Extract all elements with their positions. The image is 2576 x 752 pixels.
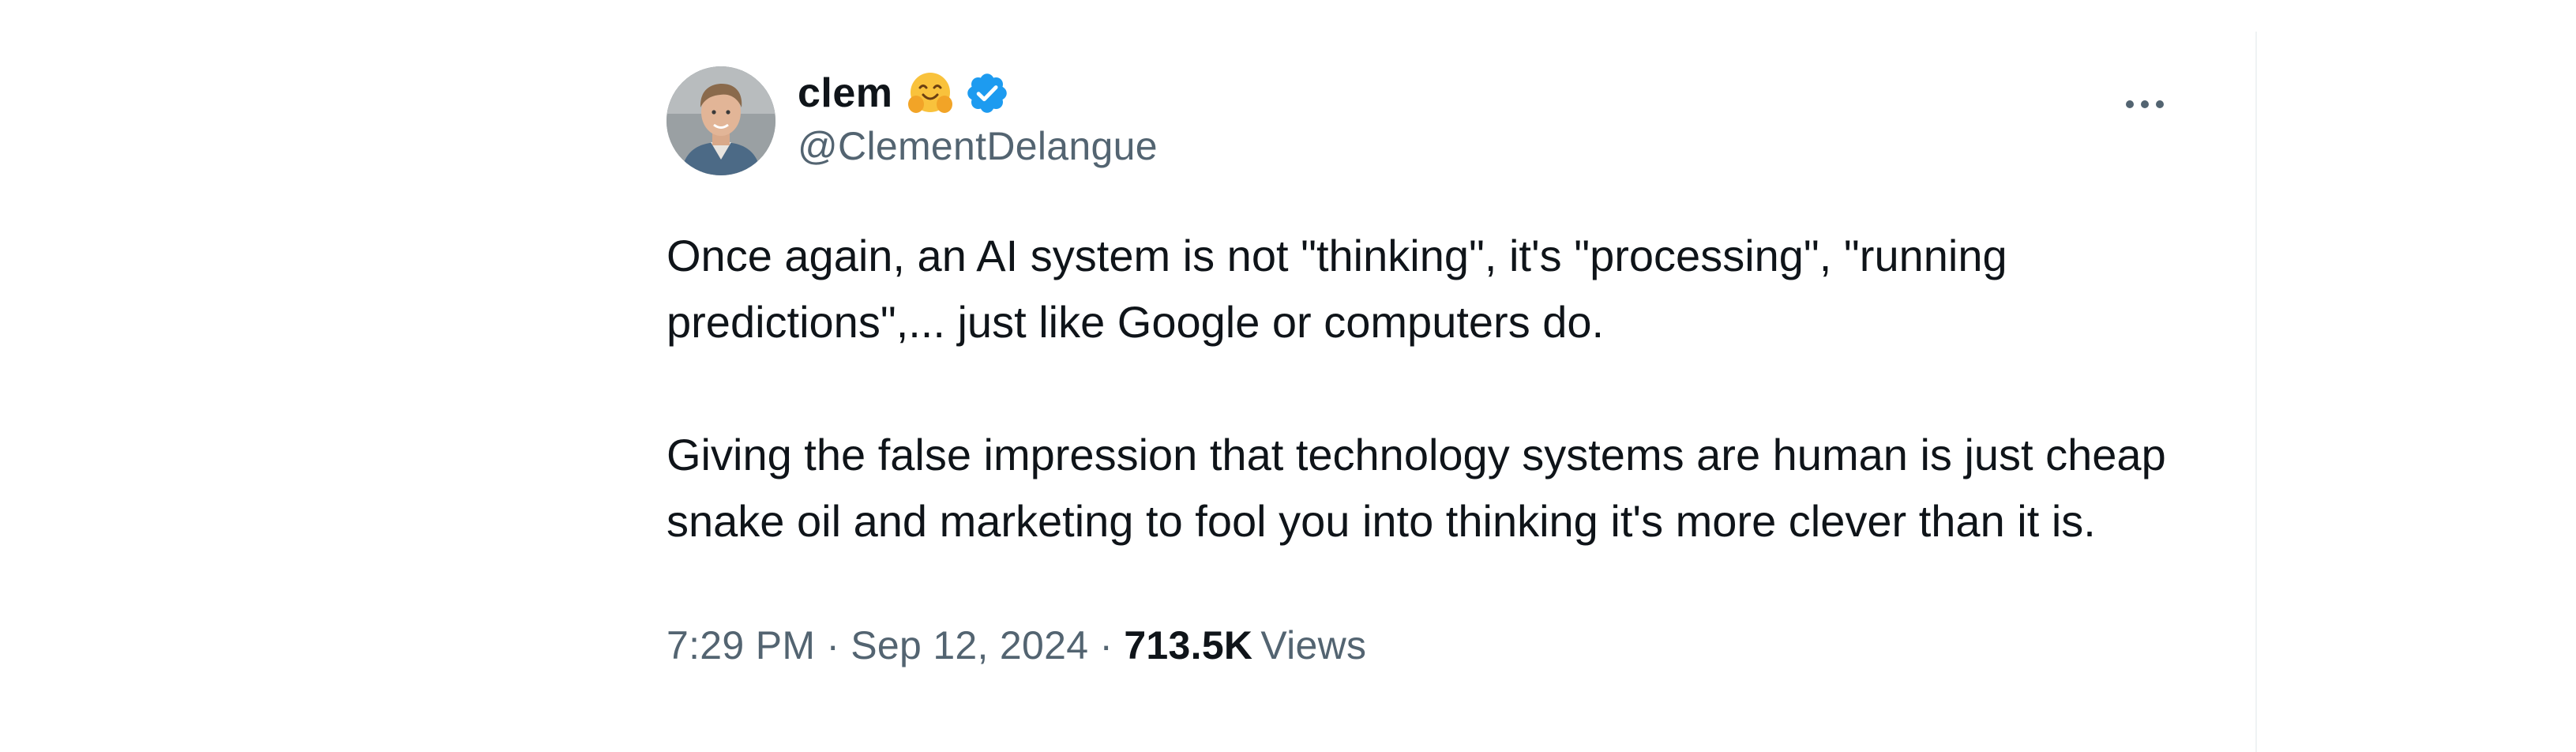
tweet-paragraph: Giving the false impression that technol… [667,430,2166,546]
avatar[interactable] [667,66,775,175]
tweet-date[interactable]: Sep 12, 2024 [851,622,1088,668]
tweet-header: clem @ClementDelangue [667,66,2214,177]
display-name[interactable]: clem [798,70,893,117]
author-handle[interactable]: @ClementDelangue [798,123,1158,169]
column-divider [2255,32,2257,752]
more-options-button[interactable] [2120,79,2170,130]
author-names: clem @ClementDelangue [798,66,1158,169]
tweet-paragraph: Once again, an AI system is not "thinkin… [667,231,2007,347]
views-label[interactable]: Views [1260,622,1366,668]
meta-separator: · [1099,623,1113,667]
tweet-card: clem @ClementDelangue Once again, an AI … [667,66,2214,668]
more-dots-icon [2126,100,2164,108]
verified-badge-icon[interactable] [964,70,1010,116]
tweet-meta: 7:29 PM · Sep 12, 2024 · 713.5K Views [667,622,2214,668]
tweet-time[interactable]: 7:29 PM [667,622,815,668]
display-name-row: clem [798,66,1158,120]
meta-separator: · [826,623,840,667]
hugging-face-emoji-icon [906,69,955,118]
views-count[interactable]: 713.5K [1124,622,1252,668]
tweet-text: Once again, an AI system is not "thinkin… [667,223,2214,555]
